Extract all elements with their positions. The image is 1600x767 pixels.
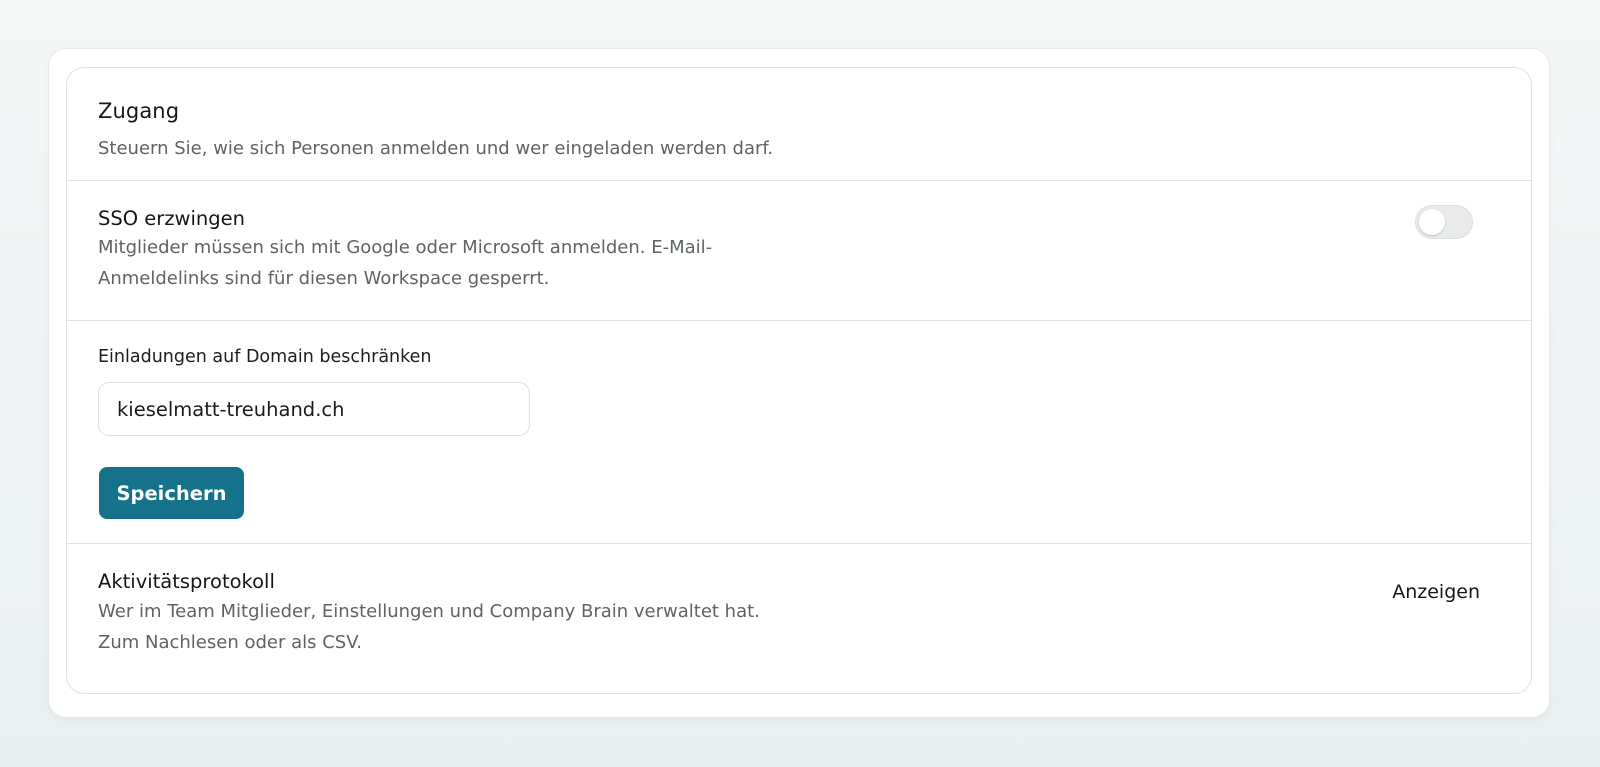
toggle-knob — [1419, 209, 1445, 235]
activity-log-description-line: Wer im Team Mitglieder, Einstellungen un… — [98, 601, 760, 622]
activity-log-description-line: Zum Nachlesen oder als CSV. — [98, 631, 362, 653]
activity-log-row: Aktivitätsprotokoll Wer im Team Mitglied… — [67, 544, 1531, 693]
domain-field-label: Einladungen auf Domain beschränken — [98, 347, 432, 367]
domain-restriction-row: Einladungen auf Domain beschränken Speic… — [67, 321, 1531, 543]
sso-title: SSO erzwingen — [98, 207, 246, 230]
section-subtitle: Steuern Sie, wie sich Personen anmelden … — [98, 138, 774, 159]
sso-description-line: Anmeldelinks sind für diesen Workspace g… — [98, 267, 550, 289]
section-title: Zugang — [98, 99, 180, 123]
domain-input[interactable] — [98, 382, 530, 436]
sso-toggle[interactable] — [1415, 205, 1473, 239]
access-header: Zugang Steuern Sie, wie sich Personen an… — [67, 68, 1531, 180]
sso-row: SSO erzwingen Mitglieder müssen sich mit… — [67, 181, 1531, 320]
sso-description: Mitglieder müssen sich mit Google oder M… — [98, 233, 788, 294]
save-button[interactable]: Speichern — [99, 467, 244, 519]
view-activity-log-button[interactable]: Anzeigen — [1392, 581, 1480, 603]
activity-log-description: Wer im Team Mitglieder, Einstellungen un… — [98, 597, 818, 658]
activity-log-title: Aktivitätsprotokoll — [98, 570, 275, 593]
access-card: Zugang Steuern Sie, wie sich Personen an… — [66, 67, 1532, 694]
settings-panel: Zugang Steuern Sie, wie sich Personen an… — [48, 48, 1550, 718]
sso-description-line: Mitglieder müssen sich mit Google oder M… — [98, 237, 713, 258]
